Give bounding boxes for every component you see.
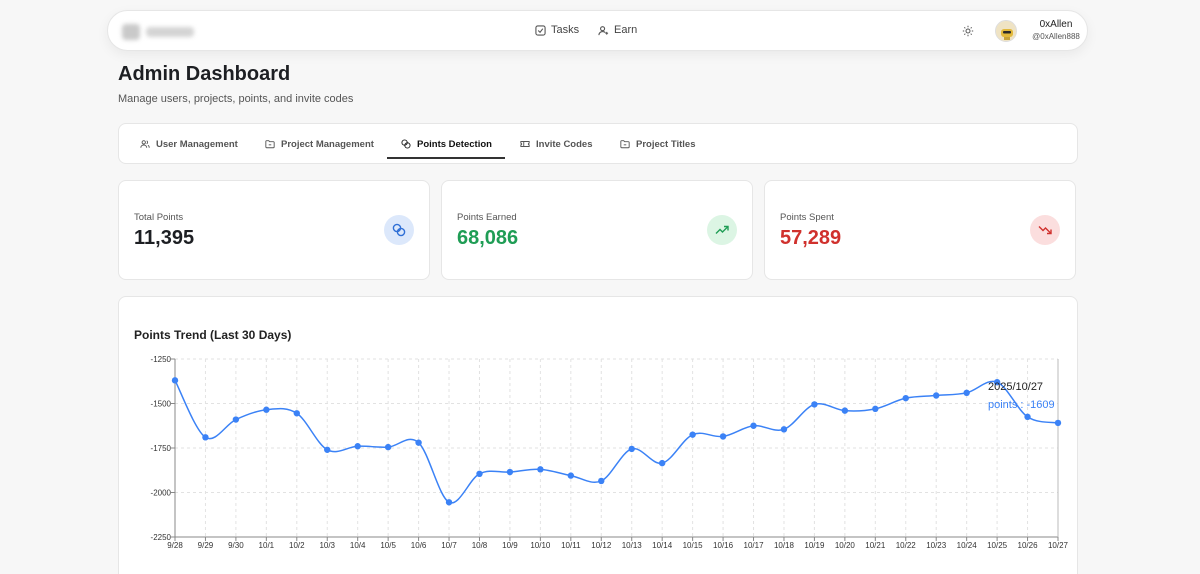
coins-icon <box>401 139 411 149</box>
stat-label: Points Earned <box>457 212 517 223</box>
stat-card-points-earned: Points Earned 68,086 <box>441 180 753 280</box>
folder-icon <box>265 140 275 149</box>
user-plus-icon <box>598 25 609 35</box>
stat-value: 11,395 <box>134 227 195 249</box>
trending-down-icon <box>1038 226 1052 235</box>
user-handle: @0xAllen888 <box>1032 32 1080 41</box>
chart-title: Points Trend (Last 30 Days) <box>134 328 292 342</box>
stat-icon-badge <box>384 215 414 245</box>
stat-value: 68,086 <box>457 227 519 249</box>
stat-icon-badge <box>707 215 737 245</box>
stat-value: 57,289 <box>780 227 842 249</box>
page-title: Admin Dashboard <box>118 63 291 85</box>
square-check-icon <box>535 24 546 36</box>
stat-card-total-points: Total Points 11,395 <box>118 180 430 280</box>
user-name: 0xAllen <box>1039 19 1073 30</box>
theme-toggle-button[interactable] <box>961 24 975 38</box>
tab-bar: User Management Project Management Point… <box>118 123 1078 164</box>
logo-wordmark <box>146 27 194 37</box>
stat-card-points-spent: Points Spent 57,289 <box>764 180 1076 280</box>
page-subtitle: Manage users, projects, points, and invi… <box>118 93 354 105</box>
stat-icon-badge <box>1030 215 1060 245</box>
nav-link-label: Earn <box>614 24 638 36</box>
tab-label: Points Detection <box>417 138 492 150</box>
nav-link-earn[interactable]: Earn <box>598 24 637 36</box>
ticket-icon <box>520 141 530 147</box>
coins-icon <box>392 223 406 237</box>
avatar-image <box>996 21 1016 41</box>
tab-label: User Management <box>156 138 238 150</box>
tab-project-titles[interactable]: Project Titles <box>620 124 696 164</box>
users-icon <box>140 140 150 148</box>
folder-icon <box>620 140 630 149</box>
trending-up-icon <box>715 225 729 234</box>
logo-mark <box>122 24 140 40</box>
nav-link-tasks[interactable]: Tasks <box>535 24 579 36</box>
top-navbar: Tasks Earn 0xAllen @0xAllen888 <box>107 10 1088 51</box>
brand-logo[interactable] <box>122 24 206 40</box>
nav-link-label: Tasks <box>551 24 580 36</box>
sun-icon <box>962 25 974 37</box>
tab-invite-codes[interactable]: Invite Codes <box>520 124 593 164</box>
avatar[interactable] <box>995 20 1017 42</box>
tab-project-management[interactable]: Project Management <box>265 124 374 164</box>
stat-label: Points Spent <box>780 212 834 223</box>
tab-label: Invite Codes <box>536 138 593 150</box>
active-tab-indicator <box>387 157 505 159</box>
tab-label: Project Titles <box>636 138 696 150</box>
tab-user-management[interactable]: User Management <box>140 124 238 164</box>
tab-label: Project Management <box>281 138 374 150</box>
stat-label: Total Points <box>134 212 184 223</box>
